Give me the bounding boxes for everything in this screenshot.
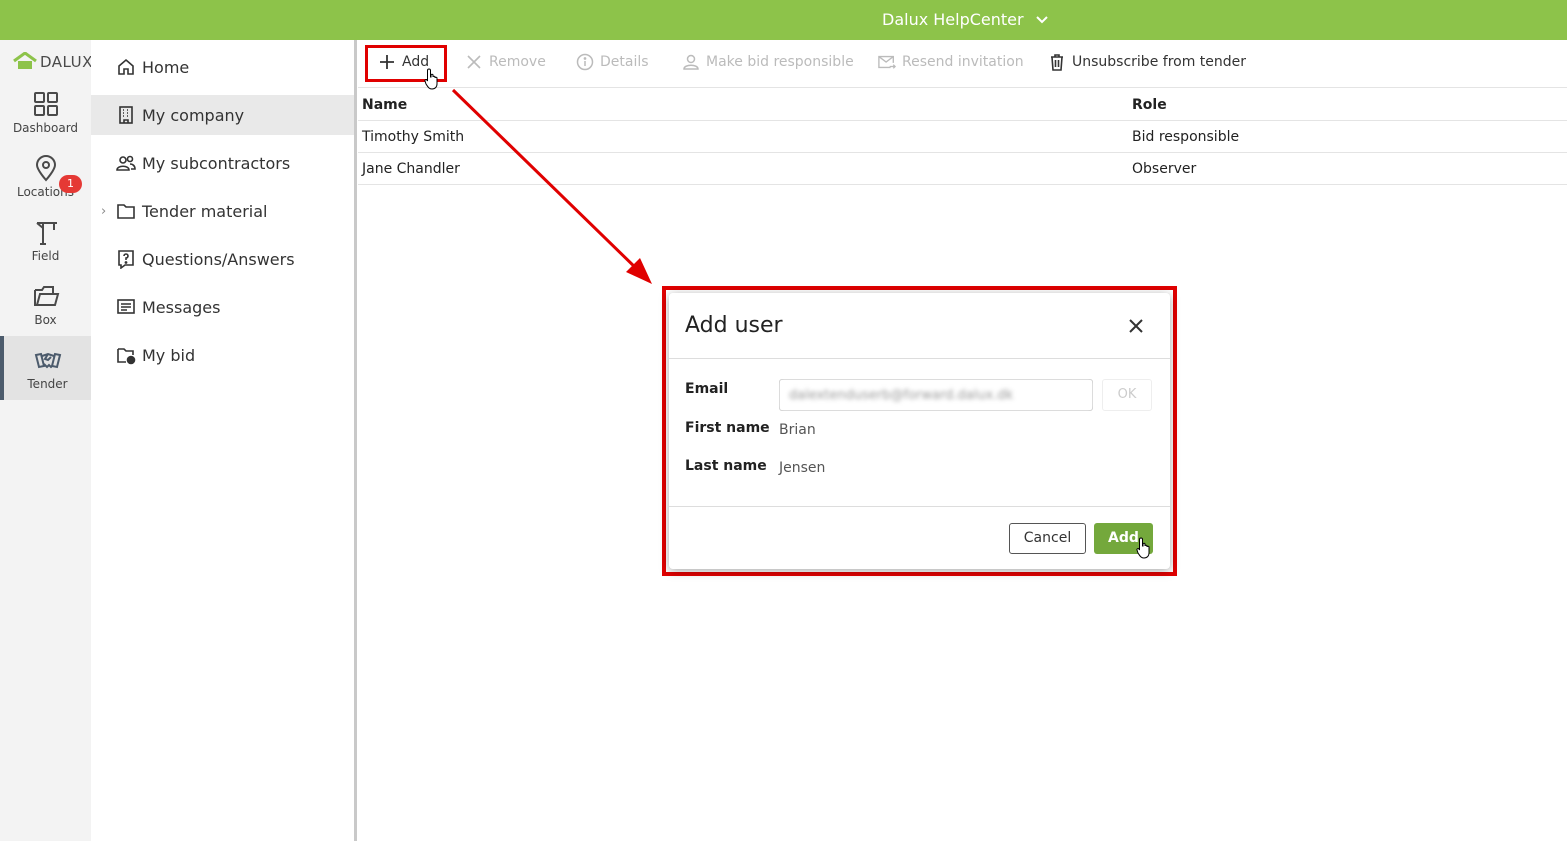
ok-button[interactable]: OK [1102, 379, 1152, 411]
nav-item-my-subcontractors[interactable]: My subcontractors [91, 143, 354, 183]
crane-icon [35, 222, 57, 245]
handshake-icon [34, 352, 61, 369]
rail-item-field[interactable]: Field [0, 208, 91, 272]
cancel-button[interactable]: Cancel [1009, 523, 1086, 554]
hand-cursor-icon [1136, 537, 1150, 559]
make-bid-responsible-label: Make bid responsible [706, 54, 854, 70]
home-icon [118, 58, 134, 75]
cell-name: Jane Chandler [362, 161, 460, 177]
nav-label: Questions/Answers [142, 249, 295, 269]
rail-label: Box [34, 313, 57, 327]
email-field[interactable] [779, 379, 1093, 411]
table-header: Name Role [358, 89, 1567, 121]
nav-item-my-bid[interactable]: My bid [91, 335, 354, 375]
dialog-footer-divider [669, 506, 1170, 507]
dialog-header-divider [669, 358, 1170, 359]
dashboard-icon [33, 92, 58, 116]
details-button[interactable]: Details [576, 53, 649, 71]
cell-role: Bid responsible [1132, 129, 1240, 145]
unsubscribe-button[interactable]: Unsubscribe from tender [1048, 53, 1246, 71]
folder-icon [117, 204, 135, 219]
dalux-logo[interactable]: DALUX [13, 52, 93, 70]
house-logo-icon [13, 52, 37, 69]
rail-item-tender[interactable]: Tender [0, 336, 91, 400]
rail-label: Dashboard [12, 121, 79, 135]
helpcenter-title: Dalux HelpCenter [882, 10, 1024, 29]
nav-item-my-company[interactable]: My company [91, 95, 354, 135]
unsubscribe-label: Unsubscribe from tender [1072, 54, 1247, 70]
users-table: Name Role Timothy Smith Bid responsible … [358, 89, 1567, 185]
nav-label: Tender material [142, 201, 268, 221]
chevron-down-icon [1035, 15, 1048, 23]
top-bar: Dalux HelpCenter [0, 0, 1567, 40]
toolbar: Add Remove Details Make bid responsible … [358, 40, 1567, 88]
info-icon [576, 53, 594, 71]
nav-label: My bid [142, 345, 196, 365]
resend-invitation-label: Resend invitation [902, 54, 1024, 70]
secondary-nav: Home My company My subcontractors › Tend… [91, 40, 354, 841]
rail-item-dashboard[interactable]: Dashboard [0, 80, 91, 144]
remove-label: Remove [489, 54, 546, 70]
folder-open-icon [33, 286, 59, 306]
first-name-label: First name [685, 420, 770, 436]
nav-item-home[interactable]: Home [91, 47, 354, 87]
nav-item-messages[interactable]: Messages [91, 287, 354, 327]
table-row[interactable]: Jane Chandler Observer [358, 153, 1567, 185]
rail-label: Tender [27, 377, 68, 391]
rail-label: Field [31, 249, 60, 263]
dialog-title: Add user [685, 313, 783, 338]
column-header-role[interactable]: Role [1132, 97, 1167, 113]
messages-icon [117, 299, 135, 314]
building-icon [119, 106, 133, 124]
nav-label: Messages [142, 297, 221, 317]
location-pin-icon [35, 155, 56, 182]
user-icon [683, 54, 699, 70]
remove-button[interactable]: Remove [465, 53, 546, 71]
nav-label: My company [142, 105, 245, 125]
rail-item-box[interactable]: Box [0, 272, 91, 336]
last-name-label: Last name [685, 458, 767, 474]
trash-icon [1051, 54, 1063, 71]
nav-label: Home [142, 57, 190, 77]
resend-invitation-button[interactable]: Resend invitation [878, 53, 1024, 71]
bid-folder-icon [117, 348, 136, 365]
close-icon[interactable] [1127, 317, 1145, 335]
chevron-right-icon[interactable]: › [101, 204, 106, 219]
question-icon [118, 250, 134, 269]
nav-item-questions-answers[interactable]: Questions/Answers [91, 239, 354, 279]
table-row[interactable]: Timothy Smith Bid responsible [358, 121, 1567, 153]
cell-name: Timothy Smith [362, 129, 465, 145]
email-label: Email [685, 381, 729, 397]
last-name-value: Jensen [779, 460, 826, 476]
nav-item-tender-material[interactable]: › Tender material [91, 191, 354, 231]
logo-text: DALUX [40, 53, 93, 71]
nav-label: My subcontractors [142, 153, 291, 173]
details-label: Details [600, 54, 649, 70]
close-icon [467, 55, 481, 69]
mail-forward-icon [878, 55, 896, 69]
first-name-value: Brian [779, 422, 816, 438]
app-rail: DALUX Dashboard Locations Field Box Tend… [0, 40, 93, 841]
hand-cursor-icon [424, 68, 438, 90]
helpcenter-menu[interactable]: Dalux HelpCenter [882, 10, 1048, 29]
column-header-name[interactable]: Name [362, 97, 407, 113]
cell-role: Observer [1132, 161, 1197, 177]
users-icon [116, 155, 136, 171]
add-user-dialog: Add user Email OK First name Brian Last … [669, 293, 1170, 569]
field-notification-badge: 1 [59, 175, 82, 193]
make-bid-responsible-button[interactable]: Make bid responsible [682, 53, 854, 71]
panel-divider[interactable] [354, 40, 357, 841]
